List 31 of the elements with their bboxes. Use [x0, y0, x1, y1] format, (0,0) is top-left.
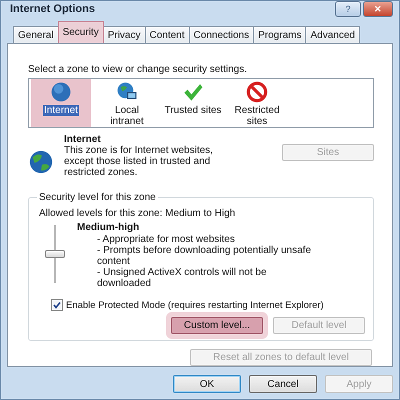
forbidden-icon: [246, 81, 268, 103]
tab[interactable]: Programs: [253, 26, 306, 43]
zone-item[interactable]: Restricted sites: [229, 79, 285, 127]
tab[interactable]: Security: [58, 21, 104, 43]
zone-item[interactable]: Internet: [31, 79, 91, 127]
globe-icon: [50, 81, 72, 103]
slider-thumb[interactable]: [45, 250, 65, 258]
tab[interactable]: Advanced: [305, 26, 360, 43]
zone-prompt: Select a zone to view or change security settings.: [28, 64, 248, 75]
dialog-button[interactable]: Cancel: [249, 375, 317, 393]
zone-description: This zone is for Internet websites, except those listed in trusted and restricted zones.: [64, 145, 214, 178]
tab[interactable]: General: [13, 26, 59, 43]
help-button[interactable]: ?: [335, 1, 361, 17]
window-title: Internet Options: [9, 3, 95, 15]
zone-title: Internet: [64, 134, 102, 145]
tab[interactable]: Privacy: [102, 26, 146, 43]
zone-item[interactable]: Trusted sites: [163, 79, 223, 127]
allowed-levels-text: Allowed levels for this zone: Medium to High: [39, 208, 236, 219]
globe-icon: [28, 149, 54, 175]
checkbox-label: Enable Protected Mode (requires restarting Internet Explorer): [66, 300, 324, 310]
tab[interactable]: Connections: [188, 26, 254, 43]
group-legend: Security level for this zone: [37, 192, 158, 203]
level-description: - Prompts before downloading potentially unsafe content: [96, 245, 312, 267]
security-slider[interactable]: [43, 225, 67, 283]
level-name: Medium-high: [77, 222, 140, 233]
dialog-button[interactable]: OK: [173, 375, 241, 393]
level-description: - Appropriate for most websites: [96, 234, 236, 245]
zone-item[interactable]: Local intranet: [97, 79, 157, 127]
checkbox[interactable]: [51, 299, 63, 311]
level-description: - Unsigned ActiveX controls will not be downloaded: [96, 267, 268, 289]
tab[interactable]: Content: [144, 26, 190, 43]
